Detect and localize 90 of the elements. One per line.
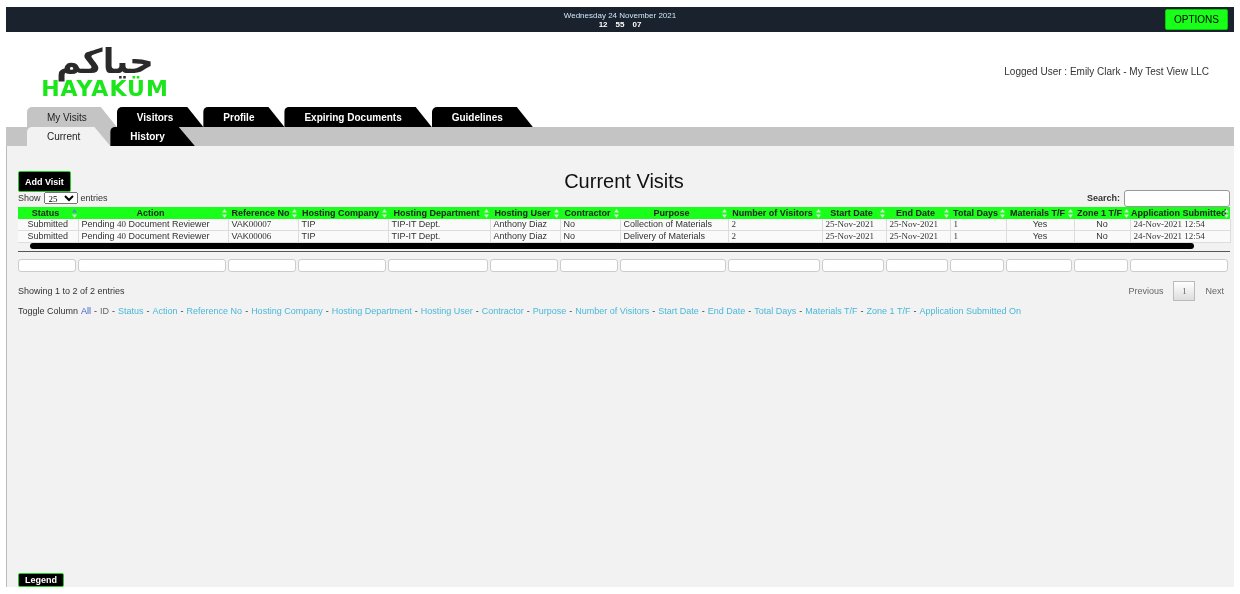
clock-digits: 12 (598, 19, 608, 29)
table-cell: Collection of Materials (620, 219, 728, 231)
add-visit-button[interactable]: Add Visit (18, 171, 71, 192)
table-cell: Anthony Diaz (490, 219, 560, 231)
filter-field[interactable] (1130, 259, 1228, 272)
legend-button[interactable]: Legend (18, 573, 64, 587)
filter-field[interactable] (388, 259, 488, 272)
show-label: Show (18, 193, 41, 203)
separator-text: - (701, 306, 705, 316)
clock-digits: 55 (615, 19, 625, 29)
column-header[interactable]: End Date (886, 207, 950, 219)
scrollbar[interactable] (30, 243, 1194, 249)
date-text: Wednesday 24 November 2021 (563, 10, 677, 20)
filter-field[interactable] (1006, 259, 1072, 272)
column-header[interactable]: Hosting User (490, 207, 560, 219)
table-cell: Yes (1006, 219, 1074, 231)
separator-text: - (860, 306, 864, 316)
table-cell: Pending 40 Document Reviewer (78, 219, 228, 231)
table-cell: TIP-IT Dept. (388, 219, 490, 231)
filter-field[interactable] (298, 259, 386, 272)
page-button[interactable]: 1 (1173, 281, 1196, 301)
filter-field[interactable] (560, 259, 618, 272)
column-header[interactable]: Action (78, 207, 228, 219)
separator-text: - (180, 306, 184, 316)
entries-info: Showing 1 to 2 of 2 entries (18, 286, 125, 296)
sub-tab[interactable]: Current (27, 127, 111, 146)
table-cell: VAK00007 (228, 219, 298, 231)
column-header[interactable]: Number of Visitors (728, 207, 822, 219)
entries-label: entries (80, 193, 108, 203)
nav-tab[interactable]: Visitors (116, 107, 204, 127)
nav-tab[interactable]: Guidelines (431, 107, 533, 127)
next-button[interactable]: Next (1199, 286, 1230, 296)
toggle-column-label: Toggle Column (18, 306, 79, 316)
filter-field[interactable] (18, 259, 76, 272)
separator-text: - (475, 306, 479, 316)
column-header[interactable]: Start Date (822, 207, 886, 219)
separator-text: - (245, 306, 249, 316)
separator-text: - (652, 306, 656, 316)
separator-text: - (799, 306, 803, 316)
separator-text: - (414, 306, 418, 316)
search-label: Search: (1086, 193, 1120, 203)
separator-text: - (526, 306, 530, 316)
search-field[interactable] (1124, 189, 1230, 207)
separator-text: - (112, 306, 116, 316)
filter-field[interactable] (228, 259, 296, 272)
previous-button[interactable]: Previous (1122, 286, 1170, 296)
separator-text: - (94, 306, 98, 316)
sub-tab[interactable]: History (110, 127, 195, 146)
filter-field[interactable] (950, 259, 1004, 272)
column-header[interactable]: Hosting Department (388, 207, 490, 219)
column-header[interactable]: Contractor (560, 207, 620, 219)
column-header[interactable]: Total Days (950, 207, 1006, 219)
separator-text: - (748, 306, 752, 316)
nav-tab[interactable]: My Visits (27, 107, 117, 127)
column-header[interactable]: Hosting Company (298, 207, 388, 219)
filter-field[interactable] (1074, 259, 1128, 272)
separator-text: - (146, 306, 150, 316)
table-cell: No (1074, 219, 1130, 231)
column-header[interactable]: Status (18, 207, 78, 219)
filter-field[interactable] (728, 259, 820, 272)
separator-text: - (913, 306, 917, 316)
nav-tab[interactable]: Profile (203, 107, 285, 127)
toggle-column-link[interactable]: All (81, 306, 92, 316)
table-cell: Submitted (18, 219, 78, 231)
column-header[interactable]: Zone 1 T/F (1074, 207, 1130, 219)
logged-user-text: Logged User : Emily Clark - My Test View LLC (1004, 66, 1209, 77)
filter-field[interactable] (490, 259, 558, 272)
entries-select[interactable]: 25 (43, 192, 78, 204)
table-cell: 25-Nov-2021 (822, 219, 886, 231)
toggle-column-link[interactable]: ID (100, 306, 110, 316)
filter-field[interactable] (822, 259, 884, 272)
column-header[interactable]: Materials T/F (1006, 207, 1074, 219)
column-header[interactable]: Application Submitted (1130, 207, 1230, 219)
column-header[interactable]: Reference No (228, 207, 298, 219)
clock-digits: 07 (632, 19, 642, 29)
nav-tab[interactable]: Expiring Documents (284, 107, 432, 127)
filter-field[interactable] (78, 259, 226, 272)
table-cell: 2 (728, 219, 822, 231)
table-cell: TIP (298, 219, 388, 231)
table-cell: No (560, 219, 620, 231)
page-title: Current Visits (564, 170, 684, 193)
separator-text: - (569, 306, 573, 316)
options-button[interactable]: OPTIONS (1165, 9, 1228, 30)
column-header[interactable]: Purpose (620, 207, 728, 219)
filter-field[interactable] (886, 259, 948, 272)
table-cell: 24-Nov-2021 12:54 (1130, 219, 1230, 231)
filter-field[interactable] (620, 259, 726, 272)
table-cell: 25-Nov-2021 (886, 219, 950, 231)
table-cell: 1 (950, 219, 1006, 231)
separator-text: - (325, 306, 329, 316)
